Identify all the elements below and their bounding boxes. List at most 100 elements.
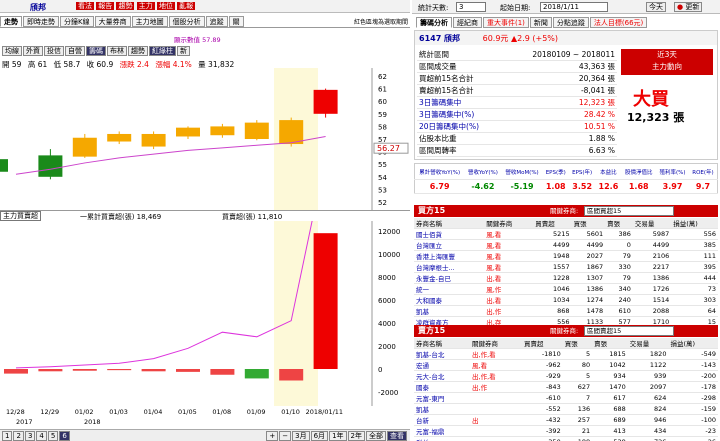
table-row[interactable]: 凱基-台北 出,作,看 -1810 5 1815 1820 -549 — [414, 348, 718, 360]
table-row[interactable]: 台新出 -432 257 689 946 -100 — [414, 414, 718, 426]
sell-select[interactable]: 區間賣超15 — [584, 326, 674, 336]
net-buy-chart[interactable]: 12000 10000 8000 6000 4000 2000 0 -2000 — [0, 221, 410, 406]
today-button[interactable]: 今天 — [646, 2, 666, 12]
table-row[interactable]: 國泰 出,作 -843 627 1470 2097 -178 — [414, 381, 718, 393]
tab-analysis[interactable]: 個股分析 — [168, 16, 205, 27]
page-6[interactable]: 6 — [59, 431, 70, 441]
page-5[interactable]: 5 — [47, 431, 59, 441]
tab-minute-k[interactable]: 分鐘K線 — [60, 16, 94, 27]
btn-ma[interactable]: 均線 — [2, 46, 22, 56]
period-all[interactable]: 全部 — [366, 431, 386, 441]
tab-news[interactable]: 新聞 — [529, 17, 552, 28]
page-4[interactable]: 4 — [36, 431, 47, 441]
page-1[interactable]: 1 — [2, 431, 13, 441]
net-bar — [141, 369, 166, 372]
table-cell: 元富-東門 — [414, 392, 471, 404]
date-tick: 01/10 — [281, 408, 300, 416]
days-select[interactable]: 3 — [456, 2, 486, 12]
table-row[interactable]: 香港上海匯豐 風,看 1948 2027 79 2106 111 — [414, 250, 718, 262]
tab-trend[interactable]: 走勢 — [0, 16, 22, 27]
menu-item-1[interactable]: 看法 — [76, 2, 94, 10]
net-chart-select[interactable]: 主力買賣超 — [0, 211, 41, 221]
table-row[interactable]: 凱基 出,作 868 1478 610 2088 64 — [414, 305, 718, 317]
btn-trend[interactable]: 趨勢 — [128, 46, 148, 56]
table-cell: 624 — [627, 392, 669, 404]
period-2y[interactable]: 2年 — [347, 431, 365, 441]
table-cell: -159 — [668, 403, 718, 415]
tab-close[interactable]: 關 — [228, 16, 244, 27]
candle-body — [313, 89, 338, 114]
col-header: 關鍵券商 — [484, 218, 534, 229]
table-row[interactable]: 台灣摩根士... 風,看 1557 1867 330 2217 395 — [414, 261, 718, 273]
table-cell: 出,看 — [484, 272, 534, 284]
tab-target[interactable]: 法人目標(66元) — [589, 17, 648, 28]
table-row[interactable]: 元富-福鼎 -392 21 413 434 -23 — [414, 425, 718, 437]
tab-realtime[interactable]: 即時走勢 — [23, 16, 59, 27]
tab-branch[interactable]: 分點追蹤 — [552, 17, 589, 28]
btn-dealer[interactable]: 自營 — [65, 46, 85, 56]
col-header: 賣張 — [592, 338, 628, 349]
tab-broker[interactable]: 經紀商 — [453, 17, 482, 28]
table-row[interactable]: 大和國泰 出,看 1034 1274 240 1514 303 — [414, 294, 718, 306]
period-6m[interactable]: 6月 — [310, 431, 329, 441]
btn-bollinger[interactable]: 布林 — [107, 46, 127, 56]
table-cell: 444 — [671, 272, 718, 284]
table-row[interactable]: 群益 -350188538726-26 — [414, 436, 718, 441]
y-tick: 10000 — [378, 251, 400, 259]
table-cell: -143 — [668, 359, 718, 371]
stats-label: 20日籌碼集中(%) — [417, 120, 502, 133]
page-3[interactable]: 3 — [24, 431, 36, 441]
btn-redgreen[interactable]: 紅綠柱 — [149, 46, 176, 56]
tab-big-volume[interactable]: 大量券商 — [94, 16, 131, 27]
table-cell: 5215 — [533, 228, 572, 240]
table-row[interactable]: 永豐金-自已 出,看 1228 1307 79 1386 444 — [414, 272, 718, 284]
table-cell: 688 — [592, 403, 628, 415]
table-cell: 凱基 — [414, 403, 471, 415]
menu-item-4[interactable]: 主力 — [136, 2, 155, 10]
table-row[interactable]: 國士佰貨 風,看 5215 5601 386 5987 556 — [414, 228, 718, 240]
zoom-out-icon[interactable]: − — [279, 431, 292, 441]
page-2[interactable]: 2 — [13, 431, 24, 441]
table-row[interactable]: 台灣匯立 風,看 4499 4499 0 4499 385 — [414, 239, 718, 251]
table-cell: -350 — [522, 436, 563, 441]
refresh-button[interactable]: ● 更新 — [674, 2, 703, 12]
btn-chips[interactable]: 籌碼 — [86, 46, 106, 56]
tab-main-force-map[interactable]: 主力地圖 — [131, 16, 168, 27]
y-tick: 53 — [378, 186, 387, 194]
period-3m[interactable]: 3月 — [292, 431, 310, 441]
btn-trust[interactable]: 投信 — [44, 46, 64, 56]
tab-chips[interactable]: 籌碼分析 — [416, 17, 452, 28]
pager: 123456 — [2, 431, 71, 441]
btn-new[interactable]: 新 — [177, 46, 190, 56]
metric-head: 殖利率(%) — [656, 163, 689, 180]
candlestick-chart[interactable]: 626160595857565554535256.27 — [0, 68, 410, 210]
period-view[interactable]: 查看 — [387, 431, 407, 441]
top-header: 頎邦 看法 報告 趨勢 主力 地位 亂報 — [0, 0, 410, 13]
main-force-badge: 近3天 主力動向 — [621, 49, 713, 75]
buy-select[interactable]: 區間買超15 — [584, 206, 674, 216]
table-row[interactable]: 凱基 -552 136 688 824 -159 — [414, 403, 718, 415]
table-cell: 台灣匯立 — [414, 239, 485, 251]
y-tick: 62 — [378, 73, 387, 81]
table-cell: 868 — [533, 305, 572, 317]
table-cell: 395 — [671, 261, 718, 273]
zoom-in-icon[interactable]: + — [266, 431, 279, 441]
table-cell: -962 — [522, 359, 563, 371]
table-row[interactable]: 元富-東門 -610 7 617 624 -298 — [414, 392, 718, 404]
menu-item-5[interactable]: 地位 — [156, 2, 175, 10]
period-buttons: + −3月 6月 1年 2年 全部 查看 — [266, 431, 408, 441]
menu-item-6[interactable]: 亂報 — [177, 2, 196, 10]
menu-item-3[interactable]: 趨勢 — [116, 2, 135, 10]
date-input[interactable]: 2018/1/11 — [540, 2, 608, 12]
table-cell: 出,作 — [484, 305, 534, 317]
menu-item-2[interactable]: 報告 — [96, 2, 115, 10]
net-bar — [279, 369, 304, 381]
table-row[interactable]: 統一 風,作 1046 1386 340 1726 73 — [414, 283, 718, 295]
tab-events[interactable]: 重大事件(1) — [483, 17, 529, 28]
table-row[interactable]: 元大-台北 出,作,看 -929 5 934 939 -200 — [414, 370, 718, 382]
table-cell: -610 — [522, 392, 563, 404]
btn-foreign[interactable]: 外資 — [23, 46, 43, 56]
tab-track[interactable]: 追蹤 — [205, 16, 228, 27]
period-1y[interactable]: 1年 — [329, 431, 347, 441]
table-row[interactable]: 宏通 風,看 -962 80 1042 1122 -143 — [414, 359, 718, 371]
